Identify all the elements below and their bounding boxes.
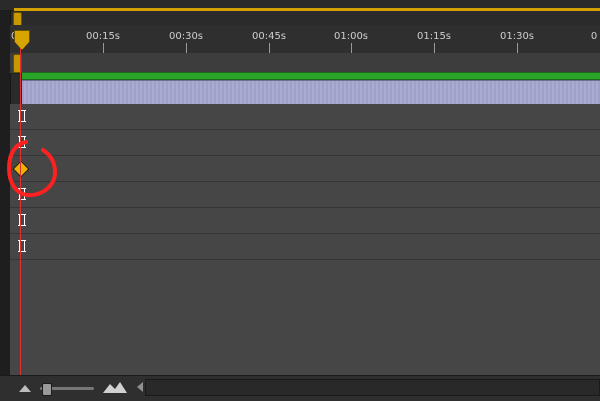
zoom-slider-thumb[interactable] xyxy=(42,383,52,396)
tick-mark xyxy=(186,43,187,53)
tick-label: 00:45s xyxy=(251,31,287,42)
tick-mark xyxy=(103,43,104,53)
property-row[interactable] xyxy=(10,130,600,156)
scroll-left-icon[interactable] xyxy=(136,381,144,393)
property-row[interactable] xyxy=(10,234,600,260)
property-rows xyxy=(10,104,600,375)
tick-mark xyxy=(269,43,270,53)
tick-label: 00:15s xyxy=(85,31,121,42)
zoom-out-icon[interactable] xyxy=(18,383,32,393)
tick-label: 01:00s xyxy=(333,31,369,42)
property-row[interactable] xyxy=(10,156,600,182)
tick-label: 0 xyxy=(590,31,598,42)
render-cache-bar xyxy=(22,72,600,80)
tick-mark xyxy=(434,43,435,53)
property-row[interactable] xyxy=(10,208,600,234)
property-row[interactable] xyxy=(10,182,600,208)
tick-label: 01:30s xyxy=(499,31,535,42)
horizontal-scrollbar[interactable] xyxy=(145,379,600,396)
work-area-bar[interactable] xyxy=(14,8,600,11)
tick-mark xyxy=(517,43,518,53)
property-row[interactable] xyxy=(10,104,600,130)
tick-mark xyxy=(351,43,352,53)
tick-label: 01:15s xyxy=(416,31,452,42)
time-ruler[interactable]: 00s 00:15s 00:30s 00:45s 01:00s 01:15s 0… xyxy=(10,25,600,54)
tick-label: 00:30s xyxy=(168,31,204,42)
layer-duration-bar[interactable] xyxy=(22,80,600,105)
zoom-in-icon[interactable] xyxy=(102,380,128,394)
playhead-line[interactable] xyxy=(20,48,21,375)
in-out-row xyxy=(10,53,600,74)
red-annotation-circle xyxy=(6,140,58,198)
